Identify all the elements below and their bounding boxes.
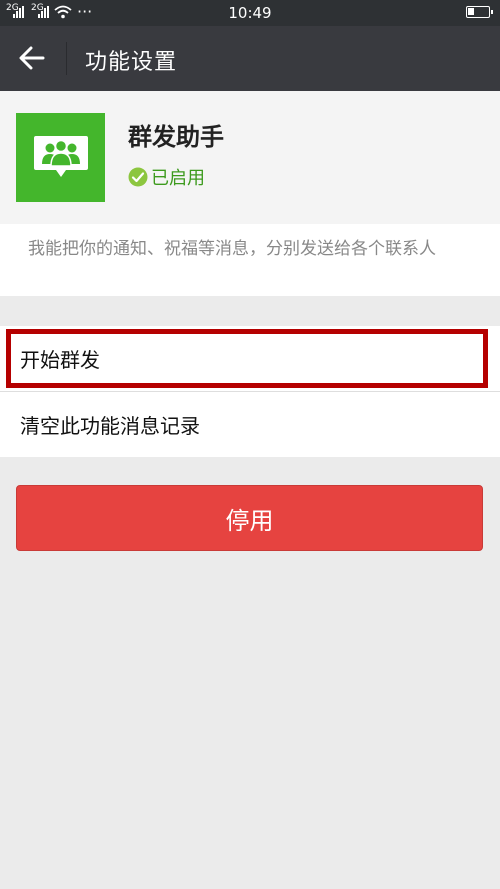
- battery-icon: [466, 6, 493, 18]
- plugin-description-section: 我能把你的通知、祝福等消息，分别发送给各个联系人: [0, 224, 500, 296]
- nav-divider: [66, 42, 67, 75]
- back-button[interactable]: [10, 38, 54, 78]
- plugin-status-text: 已启用: [151, 168, 205, 189]
- status-bar: 2G 2G ··· 10:49: [0, 0, 500, 26]
- clear-history-item[interactable]: 清空此功能消息记录: [0, 392, 500, 457]
- highlight-box: [6, 329, 488, 388]
- clock: 10:49: [228, 4, 272, 22]
- back-arrow-icon: [19, 46, 45, 70]
- disable-button[interactable]: 停用: [16, 485, 483, 551]
- plugin-profile: 群发助手 已启用: [0, 91, 500, 224]
- plugin-name: 群发助手: [128, 123, 224, 151]
- check-circle-icon: [128, 167, 148, 187]
- page-title: 功能设置: [85, 50, 178, 75]
- clear-history-label: 清空此功能消息记录: [20, 414, 200, 438]
- plugin-icon: [16, 113, 105, 202]
- settings-menu: 开始群发 清空此功能消息记录: [0, 326, 500, 457]
- plugin-description: 我能把你的通知、祝福等消息，分别发送给各个联系人: [28, 239, 436, 259]
- nav-bar: 功能设置: [0, 26, 500, 91]
- group-chat-icon: [33, 135, 88, 177]
- plugin-status: 已启用: [128, 164, 205, 190]
